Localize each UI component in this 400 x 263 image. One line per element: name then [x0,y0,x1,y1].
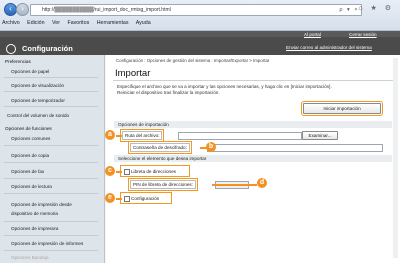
select-items-label: Seleccione el elemento que desea importa… [118,156,207,161]
sidebar-item-scan[interactable]: Opciones de lectura [11,184,52,189]
forward-icon[interactable]: › [16,3,29,16]
sidebar-item-printer[interactable]: Opciones de impresora [11,226,59,231]
callout-c-connector [116,171,122,173]
breadcrumb: Configuración : Opciones de gestión del … [116,58,270,63]
sidebar-item-volume[interactable]: Control del volumen de sonido [7,113,69,118]
browser-menu-bar: Archivo Edición Ver Favoritos Herramient… [2,20,157,26]
import-options-label: Opciones de importación [118,122,169,127]
sidebar-item-timer[interactable]: Opciones de temporizador [11,98,65,103]
menu-archivo[interactable]: Archivo [2,20,20,26]
import-options-header: Opciones de importación [114,121,392,128]
sidebar-item-paper[interactable]: Opciones de papel [11,69,49,74]
file-path-label: Ruta del archivo: [119,129,165,142]
sidebar-item-display[interactable]: Opciones de visualización [11,83,64,88]
logout-link[interactable]: Cerrar sesión [349,32,377,37]
menu-herramientas[interactable]: Herramientas [97,20,129,26]
browser-toolbar-icons[interactable]: ⌂ ★ ⚙ [358,4,394,12]
settings-checkbox[interactable] [124,195,130,202]
page-description: Especifique el archivo que se va a impor… [117,84,332,96]
title-divider [113,80,393,81]
sidebar-functions-header: Opciones de funciones [5,126,52,131]
address-book-option[interactable]: Libreta de direcciones [120,165,190,177]
settings-option[interactable]: Configuración [120,192,172,204]
url-prefix: http:// [42,7,55,13]
callout-d-badge: d [257,178,267,188]
menu-edicion[interactable]: Edición [27,20,44,26]
callout-d-connector [212,184,257,186]
callout-e-badge: e [105,193,115,203]
address-bar[interactable]: http://███████████/rui_import_doc_rmtsg_… [30,4,362,16]
portal-link[interactable]: Al portal [304,32,321,37]
callout-a-badge: a [105,130,115,140]
url-host: ███████████ [54,7,94,13]
address-book-checkbox[interactable] [124,168,130,175]
sidebar-item-report[interactable]: Opciones de impresión de informes [11,241,83,246]
sidebar-item-memory-print[interactable]: Opciones de impresión desde dispositivo … [11,200,93,218]
sidebar-item-common[interactable]: Opciones comunes [11,136,50,141]
sidebar-item-fax[interactable]: Opciones de fax [11,169,44,174]
callout-c-badge: c [105,166,115,176]
password-label: Contraseña de descifrado: [128,141,192,154]
callout-a-connector [116,135,122,137]
settings-label: Configuración [131,195,160,201]
menu-ayuda[interactable]: Ayuda [136,20,151,26]
start-import-button[interactable]: Iniciar importación [301,101,383,116]
page-title: Importar [115,68,151,79]
gear-icon [6,44,16,54]
menu-ver[interactable]: Ver [52,20,60,26]
browse-button[interactable]: Examinar... [302,131,338,140]
file-path-input[interactable] [178,132,302,140]
callout-b-badge: b [206,142,216,152]
app-title: Configuración [22,44,73,53]
address-bar-icons[interactable]: ρ ▾ × [339,7,359,13]
sidebar-item-tray[interactable]: Opciones Bandeja [11,255,49,260]
password-input[interactable] [207,144,383,152]
sidebar-preferences-header: Preferencias [5,59,31,64]
menu-favoritos[interactable]: Favoritos [67,20,89,26]
address-book-label: Libreta de direcciones [131,168,176,174]
sidebar-item-copy[interactable]: Opciones de copia [11,153,49,158]
admin-mail-link[interactable]: Enviar correo al administrador del siste… [286,45,372,50]
select-items-header: Seleccione el elemento que desea importa… [114,155,392,162]
sidebar: Preferencias Opciones de papel Opciones … [0,55,105,263]
callout-e-connector [116,198,122,200]
url-path: /rui_import_doc_rmtsg_import.html [93,7,171,13]
address-book-pin-label: PIN de libreta de direcciones: [127,178,199,191]
scrollbar[interactable] [393,58,398,258]
